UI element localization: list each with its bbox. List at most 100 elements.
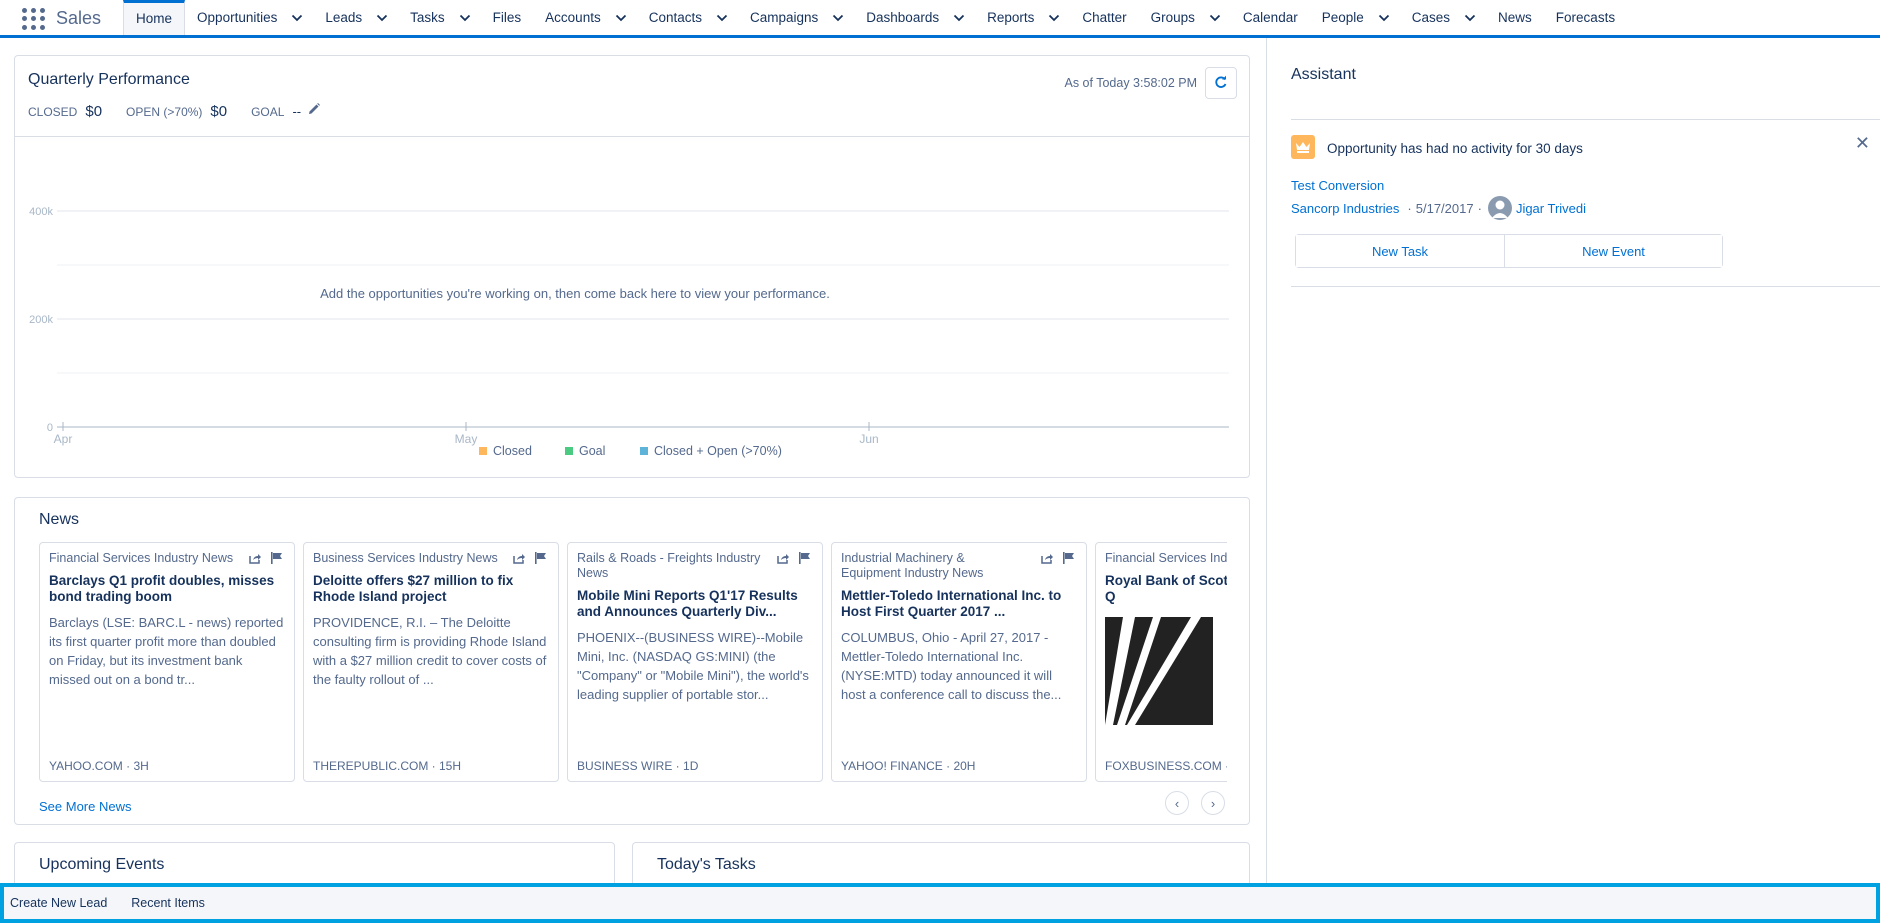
chevron-down-icon[interactable]: [953, 13, 965, 23]
chevron-down-icon[interactable]: [291, 13, 303, 23]
nav-tab-home[interactable]: Home: [123, 0, 186, 35]
chevron-down-icon[interactable]: [376, 13, 388, 23]
news-headline[interactable]: Deloitte offers $27 million to fix Rhode…: [313, 573, 549, 605]
nav-tab-label: People: [1321, 9, 1364, 25]
opportunity-details: Sancorp Industries · 5/17/2017 · Jigar T…: [1291, 196, 1586, 220]
share-icon[interactable]: [776, 551, 790, 565]
nav-tab-people[interactable]: People: [1310, 0, 1400, 35]
news-card-item[interactable]: Rails & Roads - Freights Industry News Mo…: [567, 542, 823, 782]
nav-tab-accounts[interactable]: Accounts: [533, 0, 637, 35]
news-source: BUSINESS WIRE · 1d: [577, 759, 699, 773]
chevron-down-icon[interactable]: [716, 13, 728, 23]
nav-tab-dashboards[interactable]: Dashboards: [854, 0, 975, 35]
closed-value: $0: [85, 103, 103, 120]
legend-swatch: [565, 447, 573, 455]
news-category: Financial Services Industry News: [1105, 551, 1227, 565]
divider: [1291, 119, 1880, 120]
flag-icon[interactable]: [1062, 551, 1076, 565]
nav-tab-label: Leads: [325, 9, 363, 25]
main-content: Quarterly Performance Closed $0 Open (>7…: [0, 38, 1266, 902]
news-card: News Financial Services Industry News Bar…: [14, 497, 1250, 825]
performance-stats: Closed $0 Open (>70%) $0 Goal --: [28, 102, 321, 120]
dismiss-close-icon[interactable]: ✕: [1855, 133, 1870, 154]
nav-tab-tasks[interactable]: Tasks: [398, 0, 481, 35]
performance-chart: 0 200k 400k Apr May Jun Add the opportunities …: [29, 206, 1229, 458]
nav-tab-opportunities[interactable]: Opportunities: [185, 0, 313, 35]
quarterly-performance-card: Quarterly Performance Closed $0 Open (>7…: [14, 55, 1250, 478]
nav-tab-label: Reports: [987, 9, 1035, 25]
nav-tab-forecasts[interactable]: Forecasts: [1544, 0, 1627, 35]
nav-tab-calendar[interactable]: Calendar: [1231, 0, 1310, 35]
nav-tab-label: Calendar: [1242, 9, 1298, 25]
chevron-down-icon[interactable]: [1378, 13, 1389, 23]
nav-tab-label: Chatter: [1082, 9, 1127, 25]
flag-icon[interactable]: [270, 551, 284, 565]
nav-tab-label: Contacts: [648, 9, 702, 25]
nav-tab-leads[interactable]: Leads: [313, 0, 398, 35]
legend-swatch: [479, 447, 487, 455]
share-icon[interactable]: [1040, 551, 1054, 565]
nav-tab-label: Files: [492, 9, 522, 25]
nav-tab-label: Groups: [1150, 9, 1195, 25]
legend-label: Closed + Open (>70%): [654, 444, 782, 458]
nav-tab-files[interactable]: Files: [481, 0, 534, 35]
news-summary: PHOENIX--(BUSINESS WIRE)--Mobile Mini, I…: [577, 630, 809, 702]
news-headline[interactable]: Mettler-Toledo International Inc. to Hos…: [841, 588, 1077, 620]
flag-icon[interactable]: [798, 551, 812, 565]
crown-icon: [1291, 135, 1315, 159]
nav-tab-contacts[interactable]: Contacts: [637, 0, 738, 35]
new-task-button[interactable]: New Task: [1296, 235, 1504, 267]
nav-tab-cases[interactable]: Cases: [1400, 0, 1486, 35]
news-headline[interactable]: Barclays Q1 profit doubles, misses bond …: [49, 573, 285, 605]
news-source: YAHOO! FINANCE · 20h: [841, 759, 976, 773]
chevron-down-icon[interactable]: [1048, 13, 1060, 23]
open-label: Open (>70%): [126, 105, 203, 119]
flag-icon[interactable]: [534, 551, 548, 565]
chevron-down-icon[interactable]: [459, 13, 470, 23]
carousel-prev-button[interactable]: ‹: [1165, 791, 1189, 815]
refresh-icon: [1214, 75, 1228, 92]
chevron-down-icon[interactable]: [1209, 13, 1221, 23]
create-new-lead-button[interactable]: Create New Lead: [10, 896, 107, 910]
news-card-item[interactable]: Industrial Machinery & Equipment Industr…: [831, 542, 1087, 782]
chevron-down-icon[interactable]: [615, 13, 626, 23]
legend-label: Closed: [493, 444, 532, 458]
news-summary: Barclays (LSE: BARC.L - news) reported i…: [49, 615, 284, 687]
news-headline[interactable]: Mobile Mini Reports Q1'17 Results and An…: [577, 588, 813, 620]
card-title: News: [39, 511, 80, 528]
news-headline[interactable]: Royal Bank of Scotland profit in 1st Q: [1105, 573, 1227, 605]
utility-bar: Create New Lead Recent Items: [0, 883, 1880, 923]
nav-tab-chatter[interactable]: Chatter: [1070, 0, 1138, 35]
opportunity-link[interactable]: Test Conversion: [1291, 178, 1384, 193]
chevron-down-icon[interactable]: [832, 13, 844, 23]
user-avatar-icon: [1487, 196, 1512, 220]
carousel-next-button[interactable]: ›: [1201, 791, 1225, 815]
nav-tab-label: Home: [136, 11, 173, 26]
see-more-news-link[interactable]: See More News: [39, 799, 131, 814]
nav-tab-groups[interactable]: Groups: [1139, 0, 1231, 35]
share-icon[interactable]: [248, 551, 262, 565]
nav-tab-campaigns[interactable]: Campaigns: [738, 0, 854, 35]
assistant-title: Assistant: [1291, 66, 1356, 83]
goal-label: Goal: [251, 105, 285, 119]
divider: [1291, 286, 1880, 287]
app-launcher-icon[interactable]: [22, 6, 46, 30]
news-card-item[interactable]: Business Services Industry News Deloitte …: [303, 542, 559, 782]
as-of-timestamp: As of Today 3:58:02 PM: [1064, 76, 1198, 90]
owner-link[interactable]: Jigar Trivedi: [1516, 201, 1586, 216]
card-title: Upcoming Events: [39, 856, 165, 873]
new-event-button[interactable]: New Event: [1504, 235, 1722, 267]
news-card-item[interactable]: Financial Services Industry News Royal Ba…: [1095, 542, 1227, 782]
y-tick-label: 400k: [29, 206, 53, 218]
account-link[interactable]: Sancorp Industries: [1291, 201, 1399, 216]
assistant-actions: New Task New Event: [1295, 234, 1723, 268]
news-summary: COLUMBUS, Ohio - April 27, 2017 - Mettle…: [841, 630, 1062, 702]
recent-items-button[interactable]: Recent Items: [131, 896, 205, 910]
chevron-down-icon[interactable]: [1464, 13, 1476, 23]
share-icon[interactable]: [512, 551, 526, 565]
refresh-button[interactable]: [1205, 67, 1237, 99]
nav-tab-reports[interactable]: Reports: [975, 0, 1070, 35]
news-card-item[interactable]: Financial Services Industry News Barclays…: [39, 542, 295, 782]
edit-goal-pencil-icon[interactable]: [307, 102, 321, 116]
nav-tab-news[interactable]: News: [1486, 0, 1544, 35]
